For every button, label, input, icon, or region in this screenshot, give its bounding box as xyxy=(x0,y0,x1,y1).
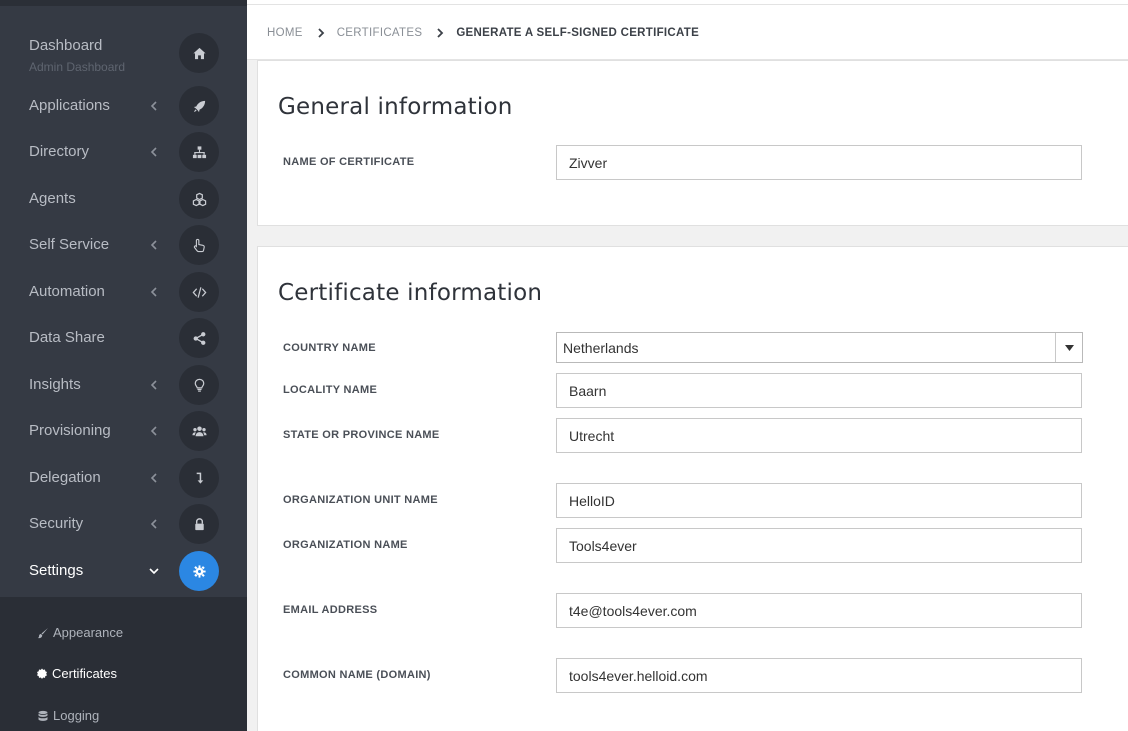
sidebar-item-agents[interactable]: Agents xyxy=(0,176,247,222)
locality-name-input[interactable] xyxy=(556,373,1082,408)
cubes-icon xyxy=(179,179,219,219)
sidebar-item-insights[interactable]: Insights xyxy=(0,362,247,408)
sidebar-item-label: Self Service xyxy=(29,236,110,253)
organization-name-label: ORGANIZATION NAME xyxy=(283,539,408,551)
common-name-label: COMMON NAME (DOMAIN) xyxy=(283,669,431,681)
subnav-item-appearance[interactable]: Appearance xyxy=(37,623,123,643)
country-name-select[interactable]: Netherlands xyxy=(556,332,1083,363)
sidebar-item-label: Automation xyxy=(29,283,105,300)
hand-pointer-icon xyxy=(179,225,219,265)
subnav-item-logging[interactable]: Logging xyxy=(37,706,99,726)
chevron-left-icon xyxy=(148,379,160,391)
panel-title: Certificate information xyxy=(278,280,543,306)
sidebar-item-label: Provisioning xyxy=(29,422,111,439)
chevron-left-icon xyxy=(148,286,160,298)
country-name-value: Netherlands xyxy=(563,339,639,356)
paintbrush-icon xyxy=(37,627,49,639)
state-name-input[interactable] xyxy=(556,418,1082,453)
breadcrumb-certificates-link[interactable]: CERTIFICATES xyxy=(337,27,423,39)
organization-unit-label: ORGANIZATION UNIT NAME xyxy=(283,494,438,506)
gear-icon xyxy=(179,551,219,591)
chevron-left-icon xyxy=(148,146,160,158)
sidebar-item-directory[interactable]: Directory xyxy=(0,129,247,175)
breadcrumb: HOME CERTIFICATES GENERATE A SELF-SIGNED… xyxy=(267,5,699,60)
email-address-label: EMAIL ADDRESS xyxy=(283,604,378,616)
breadcrumb-current: GENERATE A SELF-SIGNED CERTIFICATE xyxy=(456,26,700,39)
subnav-item-label: Logging xyxy=(53,708,100,723)
level-down-icon xyxy=(179,458,219,498)
sidebar-item-provisioning[interactable]: Provisioning xyxy=(0,408,247,454)
rocket-icon xyxy=(179,86,219,126)
sidebar-item-self-service[interactable]: Self Service xyxy=(0,222,247,268)
organization-unit-input[interactable] xyxy=(556,483,1082,518)
breadcrumb-bar: HOME CERTIFICATES GENERATE A SELF-SIGNED… xyxy=(247,5,1128,60)
sidebar-item-delegation[interactable]: Delegation xyxy=(0,455,247,501)
sidebar-item-data-share[interactable]: Data Share xyxy=(0,315,247,361)
chevron-right-icon xyxy=(435,27,445,38)
breadcrumb-home-link[interactable]: HOME xyxy=(267,27,303,39)
settings-submenu: Appearance Certificates Logging xyxy=(0,597,247,731)
subnav-item-label: Certificates xyxy=(52,666,118,681)
state-name-label: STATE OR PROVINCE NAME xyxy=(283,429,440,441)
sidebar-item-label: Security xyxy=(29,515,84,532)
chevron-left-icon xyxy=(148,472,160,484)
chevron-left-icon xyxy=(148,425,160,437)
chevron-left-icon xyxy=(148,518,160,530)
chevron-left-icon xyxy=(148,100,160,112)
sidebar-item-applications[interactable]: Applications xyxy=(0,83,247,129)
email-address-input[interactable] xyxy=(556,593,1082,628)
chevron-right-icon xyxy=(316,27,326,38)
sidebar: Dashboard Admin Dashboard Applications D… xyxy=(0,0,247,731)
sidebar-item-label: Applications xyxy=(29,97,110,114)
chevron-down-icon xyxy=(148,565,160,577)
lightbulb-icon xyxy=(179,365,219,405)
locality-name-label: LOCALITY NAME xyxy=(283,384,378,396)
certificate-information-panel: Certificate information COUNTRY NAME Net… xyxy=(257,246,1128,731)
common-name-input[interactable] xyxy=(556,658,1082,693)
home-icon xyxy=(179,33,219,73)
sidebar-item-label: Insights xyxy=(29,376,81,393)
sidebar-item-label: Delegation xyxy=(29,469,101,486)
code-icon xyxy=(179,272,219,312)
sidebar-item-label: Settings xyxy=(29,562,84,579)
chevron-left-icon xyxy=(148,239,160,251)
users-icon xyxy=(179,411,219,451)
sidebar-item-label: Directory xyxy=(29,143,90,160)
sidebar-item-dashboard[interactable]: Dashboard Admin Dashboard xyxy=(0,26,247,74)
sidebar-item-automation[interactable]: Automation xyxy=(0,269,247,315)
subnav-item-certificates[interactable]: Certificates xyxy=(36,664,117,684)
lock-icon xyxy=(179,504,219,544)
panel-title: General information xyxy=(278,94,513,120)
subnav-item-label: Appearance xyxy=(53,625,124,640)
organization-name-input[interactable] xyxy=(556,528,1082,563)
dropdown-arrow-icon[interactable] xyxy=(1055,333,1082,362)
sidebar-item-label: Agents xyxy=(29,190,76,207)
country-name-label: COUNTRY NAME xyxy=(283,342,376,354)
general-information-panel: General information NAME OF CERTIFICATE xyxy=(257,60,1128,226)
database-icon xyxy=(37,710,49,722)
certificate-name-input[interactable] xyxy=(556,145,1082,180)
sidebar-item-security[interactable]: Security xyxy=(0,501,247,547)
sidebar-top-band xyxy=(0,0,247,6)
certificate-name-label: NAME OF CERTIFICATE xyxy=(283,156,415,168)
sidebar-item-settings[interactable]: Settings xyxy=(0,548,247,594)
share-icon xyxy=(179,318,219,358)
sitemap-icon xyxy=(179,132,219,172)
certificate-icon xyxy=(36,668,48,680)
sidebar-item-sublabel: Admin Dashboard xyxy=(29,60,126,74)
sidebar-item-label: Data Share xyxy=(29,329,105,346)
